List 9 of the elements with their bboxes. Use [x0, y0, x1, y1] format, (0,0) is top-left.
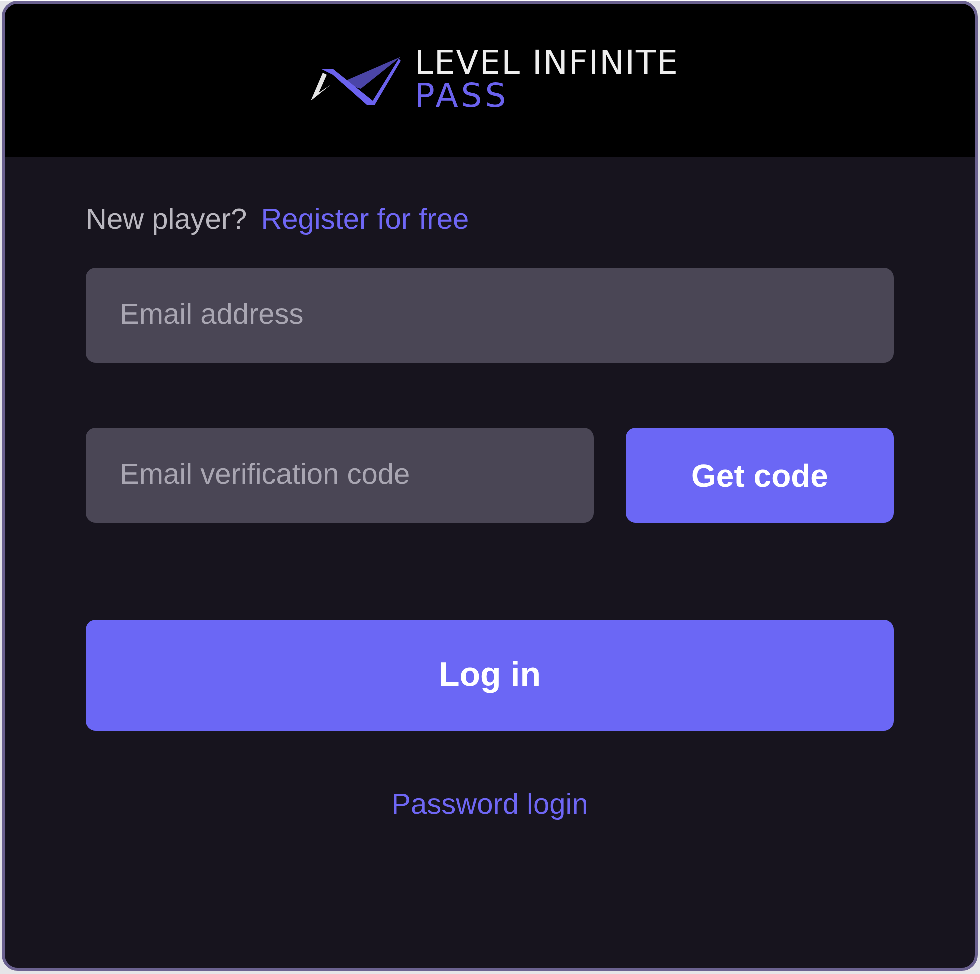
register-link[interactable]: Register for free: [261, 199, 470, 243]
logo-title: LEVEL INFINITE: [414, 46, 680, 78]
verification-code-field[interactable]: Email verification code: [86, 428, 594, 523]
email-field[interactable]: Email address: [86, 268, 894, 363]
logo-subtitle: PASS: [414, 78, 510, 112]
password-login-link[interactable]: Password login: [392, 784, 588, 828]
login-button[interactable]: Log in: [86, 620, 894, 731]
register-prompt: New player?: [86, 203, 248, 238]
get-code-button[interactable]: Get code: [626, 428, 894, 523]
